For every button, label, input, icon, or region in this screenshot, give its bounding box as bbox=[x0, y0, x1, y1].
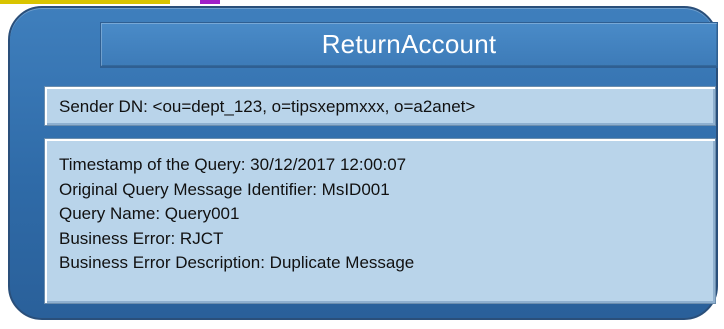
top-color-strip bbox=[0, 0, 230, 4]
query-identifier-line: Original Query Message Identifier: MsID0… bbox=[59, 179, 390, 199]
timestamp-line: Timestamp of the Query: 30/12/2017 12:00… bbox=[59, 155, 407, 174]
message-frame: ReturnAccount Sender DN: <ou=dept_123, o… bbox=[8, 6, 718, 320]
purple-strip-segment bbox=[200, 0, 220, 4]
business-error-line: Business Error: RJCT bbox=[59, 228, 224, 248]
details-lines: Timestamp of the Query: 30/12/2017 12:00… bbox=[59, 153, 414, 276]
business-error-description-line: Business Error Description: Duplicate Me… bbox=[59, 253, 415, 272]
message-title: ReturnAccount bbox=[321, 29, 497, 59]
query-name-line: Query Name: Query001 bbox=[59, 204, 240, 223]
diagram-canvas: ReturnAccount Sender DN: <ou=dept_123, o… bbox=[0, 0, 724, 329]
title-bar: ReturnAccount bbox=[100, 22, 718, 68]
details-box: Timestamp of the Query: 30/12/2017 12:00… bbox=[44, 138, 716, 304]
yellow-strip-segment bbox=[0, 0, 170, 4]
sender-dn-line: Sender DN: <ou=dept_123, o=tipsxepmxxx, … bbox=[59, 97, 476, 116]
sender-box: Sender DN: <ou=dept_123, o=tipsxepmxxx, … bbox=[44, 86, 716, 126]
